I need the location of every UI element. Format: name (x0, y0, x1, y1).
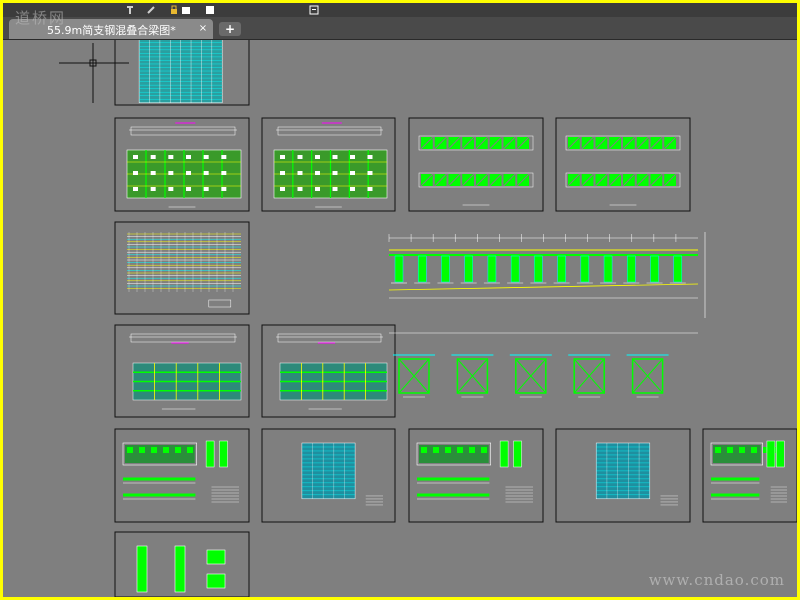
sheet-plan-2[interactable] (261, 117, 396, 212)
sheet-table-2[interactable] (261, 428, 396, 523)
sheet-detail-2[interactable] (408, 428, 544, 523)
sheet-section[interactable] (114, 531, 250, 597)
lock-icon[interactable] (169, 5, 179, 15)
sheet-truss-1[interactable] (408, 117, 544, 212)
close-tab-icon[interactable]: × (197, 23, 209, 35)
new-tab-button[interactable]: + (219, 22, 241, 36)
page-icon[interactable] (205, 5, 215, 15)
app-window: 55.9m简支钢混叠合梁图* × + 道桥网 www.cndao.com (3, 3, 797, 597)
sheet-table-3[interactable] (555, 428, 691, 523)
toolbar (3, 3, 797, 17)
brush-icon[interactable] (146, 5, 156, 15)
document-tab-bar: 55.9m简支钢混叠合梁图* × + (3, 17, 797, 40)
sheet-deck-plan-1[interactable] (114, 324, 250, 418)
pin-icon[interactable] (125, 5, 135, 15)
crosshair-cursor-icon (59, 43, 129, 103)
sheet-deck-plan-2[interactable] (261, 324, 396, 418)
sheet-cross-frames[interactable] (389, 332, 698, 398)
watermark-logo: 道桥网 (15, 9, 67, 27)
sheet-elevation-large[interactable] (388, 232, 706, 318)
sheet-detail-3[interactable] (702, 428, 797, 523)
document-tab-title: 55.9m简支钢混叠合梁图* (47, 24, 176, 37)
menu-icon[interactable] (309, 5, 319, 15)
watermark-url: www.cndao.com (648, 571, 785, 589)
sheet-truss-2[interactable] (555, 117, 691, 212)
sheet-detail-1[interactable] (114, 428, 250, 523)
sheet-rebar-layout[interactable] (114, 221, 250, 315)
sheet-plan-1[interactable] (114, 117, 250, 212)
layer-icon[interactable] (181, 5, 191, 15)
